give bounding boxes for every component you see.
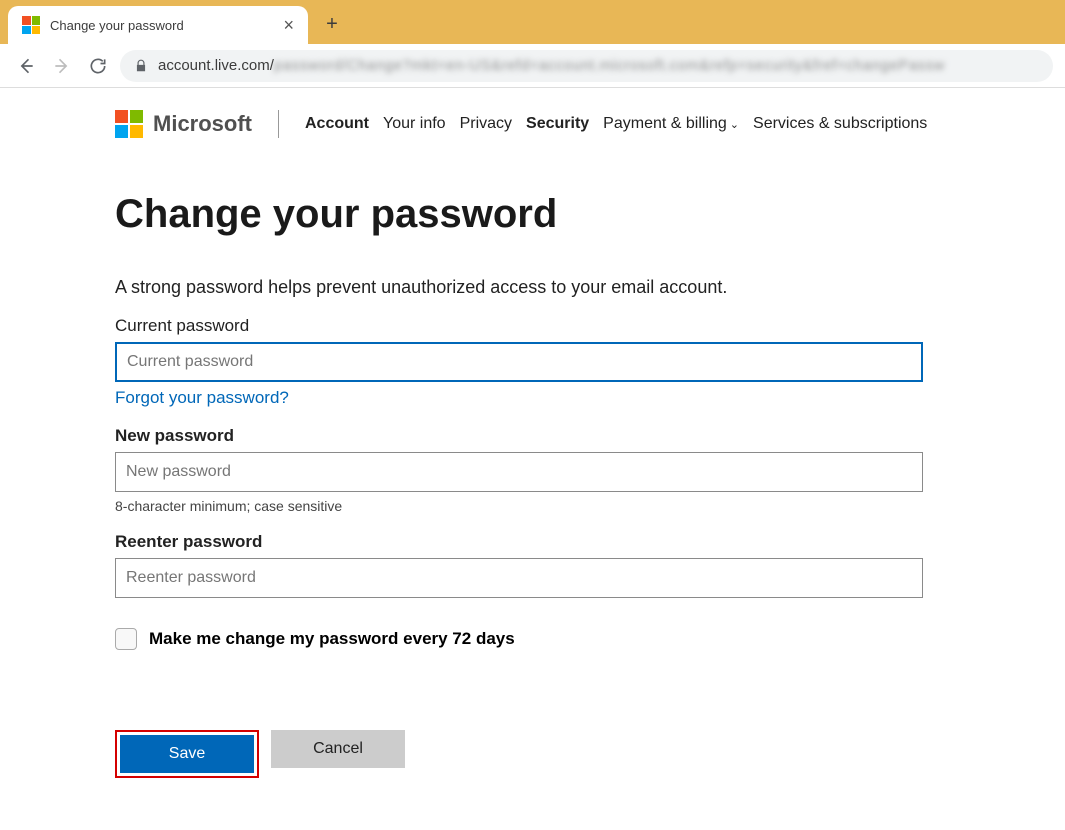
nav-your-info[interactable]: Your info bbox=[383, 115, 446, 133]
forgot-password-link[interactable]: Forgot your password? bbox=[115, 388, 289, 408]
nav-security[interactable]: Security bbox=[526, 115, 589, 133]
save-highlight: Save bbox=[115, 730, 259, 778]
reload-icon bbox=[88, 56, 108, 76]
tab-title: Change your password bbox=[50, 18, 184, 33]
browser-toolbar: account.live.com/password/Change?mkt=en-… bbox=[0, 44, 1065, 88]
page-body: Microsoft Account Your info Privacy Secu… bbox=[0, 88, 1065, 778]
page-title: Change your password bbox=[115, 192, 940, 237]
site-header: Microsoft Account Your info Privacy Secu… bbox=[115, 110, 1065, 138]
nav-account[interactable]: Account bbox=[305, 115, 369, 133]
lock-icon bbox=[134, 59, 148, 73]
reenter-password-label: Reenter password bbox=[115, 532, 940, 552]
address-bar[interactable]: account.live.com/password/Change?mkt=en-… bbox=[120, 50, 1053, 82]
microsoft-logo-icon bbox=[22, 16, 40, 34]
new-password-input[interactable] bbox=[115, 452, 923, 492]
brand-text: Microsoft bbox=[153, 111, 252, 137]
new-password-label: New password bbox=[115, 426, 940, 446]
arrow-left-icon bbox=[16, 56, 36, 76]
nav-payment[interactable]: Payment & billing⌄ bbox=[603, 115, 739, 133]
password-hint: 8-character minimum; case sensitive bbox=[115, 498, 940, 514]
change-every-72-row: Make me change my password every 72 days bbox=[115, 628, 940, 650]
cancel-button[interactable]: Cancel bbox=[271, 730, 405, 768]
url-text: account.live.com/password/Change?mkt=en-… bbox=[158, 57, 945, 74]
new-password-block: New password 8-character minimum; case s… bbox=[115, 426, 940, 514]
save-button[interactable]: Save bbox=[120, 735, 254, 773]
reload-button[interactable] bbox=[84, 52, 112, 80]
arrow-right-icon bbox=[52, 56, 72, 76]
current-password-input[interactable] bbox=[115, 342, 923, 382]
chevron-down-icon: ⌄ bbox=[730, 119, 739, 131]
current-password-label: Current password bbox=[115, 316, 940, 336]
change-every-72-checkbox[interactable] bbox=[115, 628, 137, 650]
main-content: Change your password A strong password h… bbox=[115, 138, 940, 778]
microsoft-logo-icon bbox=[115, 110, 143, 138]
reenter-password-block: Reenter password bbox=[115, 532, 940, 598]
browser-tab[interactable]: Change your password × bbox=[8, 6, 308, 44]
nav-privacy[interactable]: Privacy bbox=[460, 115, 512, 133]
back-button[interactable] bbox=[12, 52, 40, 80]
nav-services[interactable]: Services & subscriptions bbox=[753, 115, 927, 133]
header-divider bbox=[278, 110, 279, 138]
forward-button[interactable] bbox=[48, 52, 76, 80]
close-icon[interactable]: × bbox=[283, 15, 294, 36]
current-password-block: Current password Forgot your password? bbox=[115, 316, 940, 408]
reenter-password-input[interactable] bbox=[115, 558, 923, 598]
page-subtitle: A strong password helps prevent unauthor… bbox=[115, 277, 940, 298]
change-every-72-label[interactable]: Make me change my password every 72 days bbox=[149, 629, 515, 649]
button-row: Save Cancel bbox=[115, 730, 940, 778]
browser-tab-bar: Change your password × + bbox=[0, 0, 1065, 44]
new-tab-button[interactable]: + bbox=[316, 8, 348, 40]
microsoft-brand[interactable]: Microsoft bbox=[115, 110, 252, 138]
